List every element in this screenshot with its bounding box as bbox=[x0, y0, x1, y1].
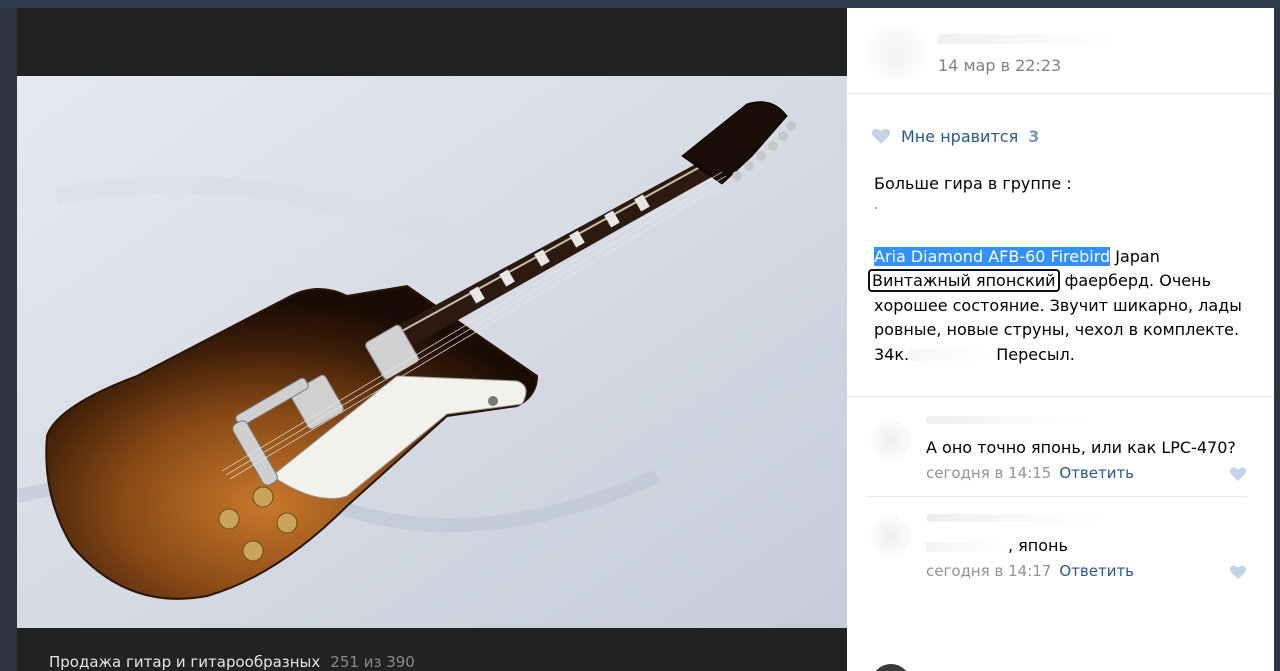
post-text: Больше гира в группе : Aria Diamond AFB-… bbox=[868, 172, 1254, 367]
redacted-text bbox=[909, 349, 992, 361]
album-title-link[interactable]: Продажа гитар и гитарообразных bbox=[49, 653, 320, 671]
guitar-photo[interactable] bbox=[17, 76, 847, 628]
comment-meta: сегодня в 14:17 Ответить bbox=[926, 562, 1134, 580]
heart-icon bbox=[871, 128, 891, 144]
reply-button[interactable]: Ответить bbox=[1059, 562, 1134, 580]
guitar-illustration bbox=[17, 76, 847, 628]
background-right bbox=[1274, 8, 1280, 671]
commenter-avatar[interactable] bbox=[871, 420, 911, 460]
photo-counter: 251 из 390 bbox=[330, 653, 415, 671]
comment-separator bbox=[867, 496, 1247, 497]
author-avatar[interactable] bbox=[865, 26, 927, 80]
comment-text: А оно точно японь, или как LPC-470? bbox=[926, 438, 1236, 457]
comment-like-icon[interactable] bbox=[1229, 564, 1247, 580]
comment-text: , японь bbox=[926, 536, 1068, 555]
redacted-link bbox=[874, 197, 1254, 221]
photo-viewer: Продажа гитар и гитарообразных 251 из 390 bbox=[17, 8, 847, 671]
comment-time[interactable]: сегодня в 14:15 bbox=[926, 464, 1051, 482]
commenter-avatar[interactable] bbox=[871, 664, 911, 671]
post-text-line: ровные, новые струны, чехол в комплекте. bbox=[874, 320, 1240, 339]
comment-time[interactable]: сегодня в 14:17 bbox=[926, 562, 1051, 580]
window-top-strip bbox=[0, 0, 1280, 8]
commenter-name-redacted bbox=[926, 416, 1086, 424]
redacted-mention bbox=[926, 541, 1008, 552]
commenter-name-redacted bbox=[926, 514, 1106, 522]
comments-divider bbox=[847, 396, 1274, 397]
post-date[interactable]: 14 мар в 22:23 bbox=[938, 56, 1061, 75]
highlighted-model-name: Aria Diamond AFB-60 Firebird bbox=[874, 246, 1111, 266]
like-count: 3 bbox=[1028, 126, 1040, 146]
background-left bbox=[0, 8, 17, 671]
reply-button[interactable]: Ответить bbox=[1059, 464, 1134, 482]
like-label: Мне нравится bbox=[901, 126, 1019, 146]
post-text-line: Больше гира в группе : bbox=[874, 174, 1072, 193]
post-text-line: Винтажный японский фаерберд. Очень bbox=[868, 269, 1254, 294]
comment-item: , японь сегодня в 14:17 Ответить bbox=[847, 506, 1274, 596]
comment-item: А оно точно японь, или как LPC-470? сего… bbox=[847, 408, 1274, 498]
post-header: 14 мар в 22:23 bbox=[847, 8, 1274, 94]
author-name-redacted bbox=[937, 34, 1112, 44]
post-text-line: хорошее состояние. Звучит шикарно, лады bbox=[874, 295, 1242, 315]
boxed-text: Винтажный японский bbox=[868, 269, 1060, 292]
like-button[interactable]: Мне нравится 3 bbox=[871, 125, 1039, 147]
comment-meta: сегодня в 14:15 Ответить bbox=[926, 464, 1134, 482]
comment-like-icon[interactable] bbox=[1229, 466, 1247, 482]
photo-footer: Продажа гитар и гитарообразных 251 из 390 bbox=[49, 653, 415, 671]
commenter-avatar[interactable] bbox=[871, 516, 911, 556]
post-text-line: Aria Diamond AFB-60 Firebird Japan bbox=[874, 246, 1160, 266]
post-panel: 14 мар в 22:23 Мне нравится 3 Больше гир… bbox=[847, 8, 1274, 671]
post-text-line: 34к. Пересыл. bbox=[874, 344, 1075, 364]
